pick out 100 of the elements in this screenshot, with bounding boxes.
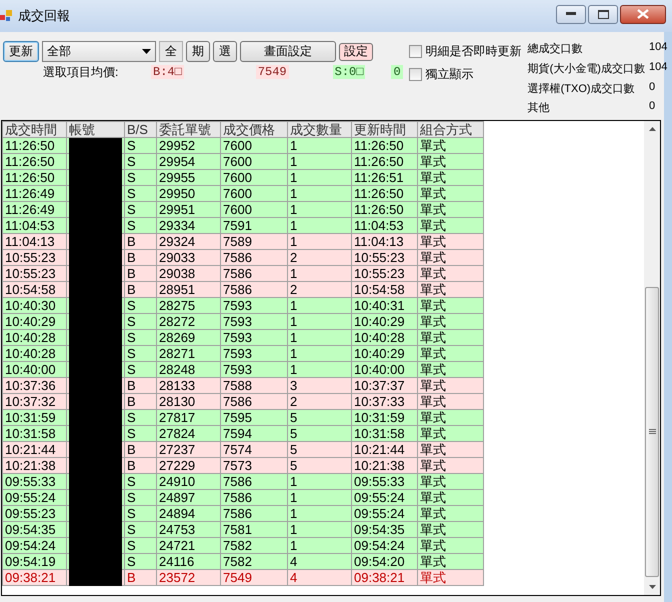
table-cell: 11:04:53	[352, 218, 418, 234]
maximize-icon	[598, 10, 608, 18]
table-cell: 1	[288, 506, 352, 522]
table-cell: 11:26:50	[352, 154, 418, 170]
table-cell: 10:55:23	[2, 250, 66, 266]
table-cell: 28269	[156, 330, 220, 346]
table-cell: B	[124, 250, 156, 266]
table-cell: 2	[288, 282, 352, 298]
minimize-icon	[566, 12, 576, 16]
table-cell: B	[124, 234, 156, 250]
checkbox-label: 獨立顯示	[426, 66, 474, 83]
table-cell: 單式	[418, 346, 484, 362]
table-cell: 10:21:38	[352, 458, 418, 474]
table-cell: 10:40:29	[2, 314, 66, 330]
table-cell: 09:55:24	[2, 490, 66, 506]
table-cell: 10:21:44	[2, 442, 66, 458]
table-cell: 10:37:33	[352, 394, 418, 410]
table-cell: 單式	[418, 218, 484, 234]
table-cell: 7582	[220, 554, 288, 570]
table-cell: B	[124, 378, 156, 394]
table-cell: 29955	[156, 170, 220, 186]
table-cell: 單式	[418, 570, 484, 586]
filter-button[interactable]: 畫面設定	[240, 41, 336, 62]
stat-label: 期貨(大小金電)成交口數	[528, 62, 645, 77]
close-button[interactable]	[620, 4, 666, 24]
table-cell: 7593	[220, 346, 288, 362]
table-cell: 1	[288, 266, 352, 282]
table-cell: B	[124, 266, 156, 282]
vertical-scrollbar[interactable]	[644, 121, 660, 595]
table-cell: S	[124, 330, 156, 346]
column-header[interactable]: 組合方式	[418, 122, 484, 138]
table-cell: 單式	[418, 362, 484, 378]
table-cell: 單式	[418, 266, 484, 282]
table-cell: S	[124, 314, 156, 330]
table-cell: 29334	[156, 218, 220, 234]
table-cell: 2	[288, 250, 352, 266]
table-cell: B	[124, 442, 156, 458]
table-cell: 7549	[220, 570, 288, 586]
table-cell: 09:55:33	[2, 474, 66, 490]
table-cell: 10:37:32	[2, 394, 66, 410]
stat-value: 104	[648, 60, 668, 75]
scrollbar-thumb[interactable]	[645, 287, 659, 577]
table-cell: 1	[288, 490, 352, 506]
filter-button[interactable]: 全	[159, 41, 183, 62]
filter-dropdown[interactable]: 全部	[42, 41, 156, 62]
table-cell: S	[124, 298, 156, 314]
table-cell: 10:31:58	[2, 426, 66, 442]
refresh-button[interactable]: 更新	[3, 41, 39, 62]
column-header[interactable]: 帳號	[66, 122, 124, 138]
table-cell: 單式	[418, 154, 484, 170]
grip-icon	[648, 429, 656, 435]
table-cell: 24910	[156, 474, 220, 490]
table-cell: S	[124, 506, 156, 522]
table-cell: 1	[288, 474, 352, 490]
checkbox[interactable]	[408, 68, 422, 81]
table-cell: 28275	[156, 298, 220, 314]
table-cell: 單式	[418, 138, 484, 154]
table-cell: S	[124, 490, 156, 506]
scroll-down-icon[interactable]	[648, 585, 656, 589]
table-cell: 7593	[220, 298, 288, 314]
table-cell: 7586	[220, 394, 288, 410]
table-cell: 09:54:35	[2, 522, 66, 538]
filter-button[interactable]: 期	[186, 41, 210, 62]
table-cell: 10:40:29	[352, 346, 418, 362]
column-header[interactable]: 成交時間	[2, 122, 66, 138]
table-cell: 11:26:49	[2, 202, 66, 218]
column-header[interactable]: B/S	[124, 122, 156, 138]
table-cell: 7589	[220, 234, 288, 250]
table-cell: 28272	[156, 314, 220, 330]
table-cell: 7574	[220, 442, 288, 458]
table-cell: 7595	[220, 410, 288, 426]
table-cell: 7588	[220, 378, 288, 394]
table-cell: 11:26:50	[352, 186, 418, 202]
table-cell: 10:37:37	[352, 378, 418, 394]
table-cell: 7600	[220, 202, 288, 218]
maximize-button[interactable]	[588, 4, 618, 24]
settings-button[interactable]: 設定	[339, 42, 373, 60]
table-cell: 2	[288, 394, 352, 410]
filter-button[interactable]: 選	[213, 41, 237, 62]
minimize-button[interactable]	[556, 4, 586, 24]
column-header[interactable]: 委託單號	[156, 122, 220, 138]
table-cell: 單式	[418, 330, 484, 346]
table-cell: 單式	[418, 522, 484, 538]
table-cell: S	[124, 218, 156, 234]
checkbox[interactable]	[408, 45, 422, 58]
table-cell: 3	[288, 378, 352, 394]
table-cell: 09:54:24	[2, 538, 66, 554]
table-cell: 7586	[220, 282, 288, 298]
table-cell: 單式	[418, 490, 484, 506]
table-cell: 27237	[156, 442, 220, 458]
table-cell: 10:40:31	[352, 298, 418, 314]
column-header[interactable]: 成交數量	[288, 122, 352, 138]
column-header[interactable]: 成交價格	[220, 122, 288, 138]
table-cell: 單式	[418, 186, 484, 202]
table-cell: 10:55:23	[352, 250, 418, 266]
column-header[interactable]: 更新時間	[352, 122, 418, 138]
scroll-up-icon[interactable]	[648, 127, 656, 131]
stat-value: 0	[648, 80, 656, 94]
table-cell: 單式	[418, 378, 484, 394]
table-cell: 單式	[418, 458, 484, 474]
